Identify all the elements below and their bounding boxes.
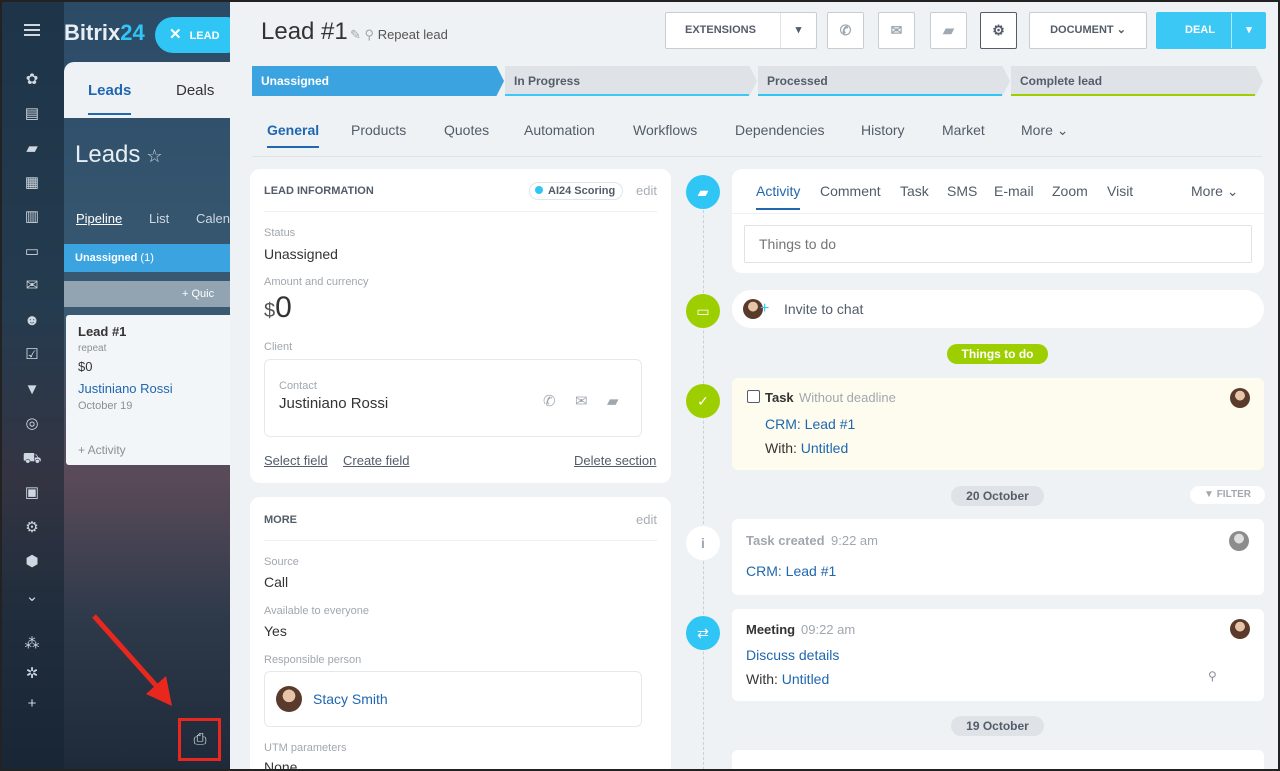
annotation-arrow <box>92 614 172 706</box>
highlight-box <box>178 718 221 761</box>
arrow-shaft <box>92 614 162 692</box>
